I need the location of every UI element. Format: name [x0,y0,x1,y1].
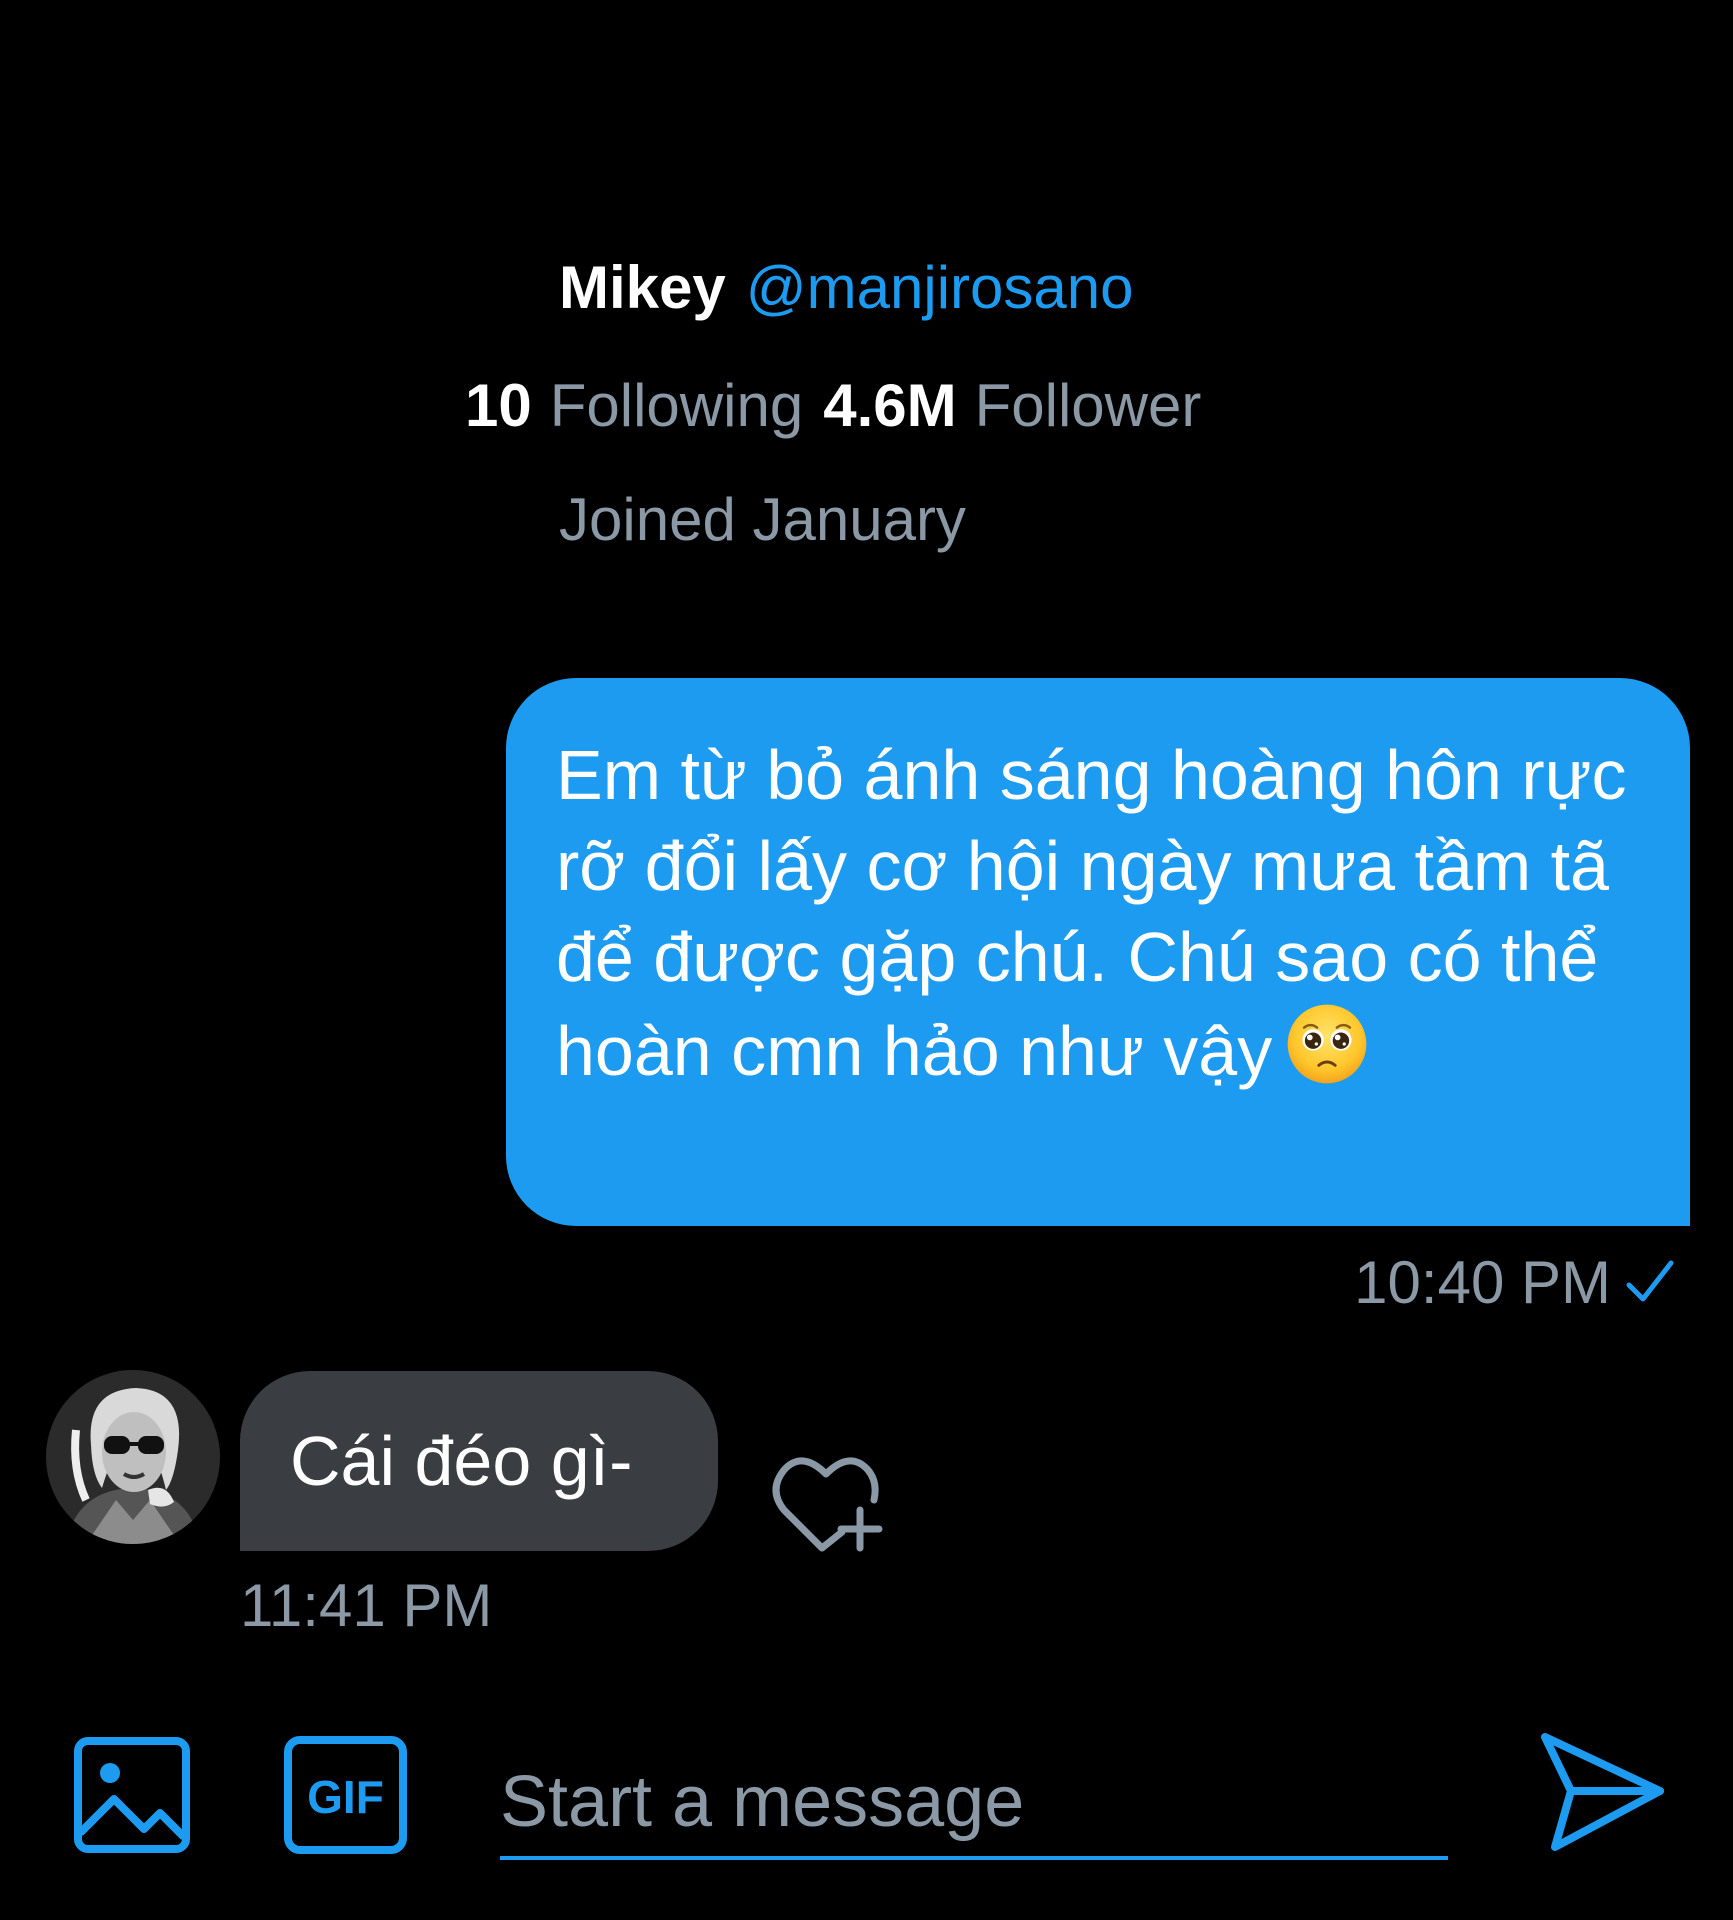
message-composer [500,1748,1448,1868]
followers-label: Follower [974,372,1202,439]
image-icon[interactable] [72,1735,192,1855]
profile-stats: 10 Following 4.6M Follower [465,370,1221,442]
received-message-text: Cái đéo gì- [290,1422,633,1500]
followers-stat[interactable]: 4.6M Follower [823,372,1221,439]
sent-message-bubble[interactable]: Em từ bỏ ánh sáng hoàng hôn rực rỡ đổi l… [506,678,1690,1226]
profile-name[interactable]: Mikey [559,254,726,321]
gif-label: GIF [307,1771,384,1823]
add-reaction-heart-icon[interactable] [770,1440,886,1556]
gif-button[interactable]: GIF [283,1735,408,1855]
sent-message-time: 10:40 PM [1354,1249,1611,1316]
message-input[interactable] [500,1748,1448,1860]
avatar[interactable] [46,1370,220,1544]
send-icon[interactable] [1535,1725,1670,1860]
received-message-bubble[interactable]: Cái đéo gì- [240,1371,718,1551]
profile-handle[interactable]: @manjirosano [746,254,1134,321]
sent-message-meta: 10:40 PM [1354,1247,1677,1319]
check-icon [1626,1260,1674,1302]
pleading-face-emoji-icon [1287,1004,1367,1084]
sent-message-text: Em từ bỏ ánh sáng hoàng hôn rực rỡ đổi l… [556,736,1627,1090]
avatar-image [46,1370,220,1544]
profile-name-row: Mikey @manjirosano [559,252,1134,324]
following-stat[interactable]: 10 Following [465,372,823,439]
sent-message: Em từ bỏ ánh sáng hoàng hôn rực rỡ đổi l… [556,730,1650,1097]
joined-date: Joined January [559,486,966,553]
gif-icon: GIF [284,1736,407,1854]
received-message-time: 11:41 PM [240,1572,493,1639]
followers-count: 4.6M [823,372,957,439]
following-count: 10 [465,372,532,439]
following-label: Following [549,372,804,439]
